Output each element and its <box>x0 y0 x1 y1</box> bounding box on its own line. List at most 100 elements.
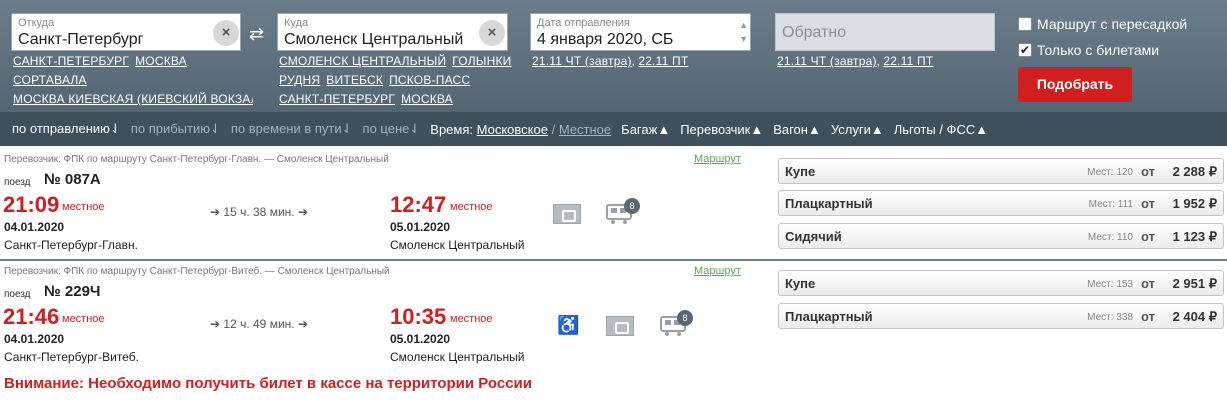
departure-station: Санкт-Петербург-Главн. <box>4 238 138 252</box>
arrival-time: 10:35 <box>390 304 447 329</box>
fare-from: от <box>1141 164 1155 179</box>
to-quick-links: СМОЛЕНСК ЦЕНТРАЛЬНЫЙ ГОЛЫНКИ РУДНЯ ВИТЕБСК… <box>279 52 514 109</box>
time-label: Время: <box>430 121 474 137</box>
to-quick-pskov[interactable]: ПСКОВ-ПАСС <box>389 73 470 87</box>
baggage-icon <box>553 204 581 224</box>
sort-by-arrival[interactable]: по прибытию⇃ <box>131 121 221 137</box>
check-icon[interactable]: ✔ <box>1018 43 1032 57</box>
sort-by-departure[interactable]: по отправлению⇃ <box>12 121 121 137</box>
to-quick-moscow[interactable]: МОСКВА <box>401 92 453 106</box>
fare-price: 2 951 ₽ <box>1172 276 1217 291</box>
to-clear-icon[interactable]: × <box>479 20 505 46</box>
fare-class: Плацкартный <box>785 196 873 211</box>
fare-price: 1 123 ₽ <box>1172 229 1217 244</box>
caret-up-icon: ▲ <box>750 121 764 137</box>
wagon-count-badge: 8 <box>624 198 640 214</box>
departure-time: 21:46 <box>3 304 60 329</box>
to-quick-spb[interactable]: САНКТ-ПЕТЕРБУРГ <box>279 92 395 106</box>
sort-icon: ⇃ <box>109 121 121 136</box>
caret-up-icon: ▲ <box>807 121 821 137</box>
from-quick-sortavala[interactable]: СОРТАВАЛА <box>13 73 87 87</box>
time-separator: / <box>551 121 556 137</box>
fare-from: от <box>1141 229 1155 244</box>
search-panel: Откуда Санкт-Петербург × ⇄ САНКТ-ПЕТЕРБУ… <box>0 0 1227 146</box>
from-quick-moscow[interactable]: МОСКВА <box>135 54 187 68</box>
arrival-station: Смоленск Центральный <box>390 238 525 252</box>
to-quick-rudnya[interactable]: РУДНЯ <box>279 73 320 87</box>
find-button[interactable]: Подобрать <box>1018 67 1132 102</box>
fare-from: от <box>1141 196 1155 211</box>
transfer-checkbox-box[interactable] <box>1018 17 1032 31</box>
date-quick-links: 21.11 ЧТ (завтра), 22.11 ПТ <box>532 54 689 68</box>
time-local-link[interactable]: Местное <box>559 122 611 137</box>
filter-baggage[interactable]: Багаж▲ <box>621 122 670 137</box>
fare-row[interactable]: Плацкартный Мест: 338 от 2 404 ₽ <box>778 303 1224 329</box>
arrival-date: 05.01.2020 <box>390 332 451 346</box>
filter-wagon[interactable]: Вагон▲ <box>773 122 821 137</box>
caret-up-icon: ▲ <box>975 121 989 137</box>
time-mode: Время: Московское / Местное <box>430 122 611 137</box>
to-quick-smolensk[interactable]: СМОЛЕНСК ЦЕНТРАЛЬНЫЙ <box>279 54 446 68</box>
caret-up-icon: ▲ <box>870 121 884 137</box>
baggage-icon <box>606 316 634 336</box>
from-label: Откуда <box>18 17 55 29</box>
sort-by-price[interactable]: по цене⇃ <box>363 121 421 137</box>
train-number[interactable]: № 229Ч <box>44 283 100 300</box>
return-quick-friday[interactable]: 22.11 ПТ <box>883 54 933 68</box>
date-quick-tomorrow[interactable]: 21.11 ЧТ (завтра) <box>532 54 632 68</box>
fare-row[interactable]: Купе Мест: 153 от 2 951 ₽ <box>778 270 1224 296</box>
tickets-only-label: Только с билетами <box>1037 42 1160 58</box>
return-input[interactable]: Обратно <box>782 24 846 42</box>
to-quick-golynki[interactable]: ГОЛЫНКИ <box>452 54 511 68</box>
return-quick-links: 21.11 ЧТ (завтра), 22.11 ПТ <box>777 54 934 68</box>
fare-class: Плацкартный <box>785 309 873 324</box>
to-quick-vitebsk[interactable]: ВИТЕБСК <box>326 73 383 87</box>
filter-carrier[interactable]: Перевозчик▲ <box>680 122 763 137</box>
transfer-checkbox[interactable]: Маршрут с пересадкой <box>1018 16 1187 32</box>
date-spinner-icon[interactable]: ▲ ▼ <box>739 18 748 46</box>
fare-seats: Мест: 153 <box>1087 279 1133 290</box>
sort-by-duration[interactable]: по времени в пути⇃ <box>231 121 353 137</box>
arrow-right-icon: ➔ <box>210 317 221 331</box>
train-label: поезд <box>4 177 31 188</box>
tickets-only-checkbox[interactable]: ✔ Только с билетами <box>1018 42 1159 58</box>
filter-benefits[interactable]: Льготы / ФСС▲ <box>894 122 988 137</box>
fare-seats: Мест: 110 <box>1087 232 1133 243</box>
departure-tz: местное <box>62 313 105 325</box>
filter-services[interactable]: Услуги▲ <box>831 122 884 137</box>
return-quick-tomorrow[interactable]: 21.11 ЧТ (завтра) <box>777 54 877 68</box>
caret-up-icon: ▲ <box>657 121 671 137</box>
route-link[interactable]: Маршрут <box>694 153 741 165</box>
from-quick-moscow-kievskaya[interactable]: МОСКВА КИЕВСКАЯ (КИЕВСКИЙ ВОКЗАЛ <box>13 90 253 109</box>
from-input[interactable]: Санкт-Петербург <box>18 31 143 49</box>
from-quick-spb[interactable]: САНКТ-ПЕТЕРБУРГ <box>13 54 129 68</box>
swap-icon[interactable]: ⇄ <box>249 24 264 45</box>
fare-price: 2 288 ₽ <box>1172 164 1217 179</box>
from-field[interactable]: Откуда Санкт-Петербург × <box>11 13 241 51</box>
to-input[interactable]: Смоленск Центральный <box>284 31 463 49</box>
train-label: поезд <box>4 289 31 300</box>
to-field[interactable]: Куда Смоленск Центральный × <box>277 13 508 51</box>
from-clear-icon[interactable]: × <box>213 20 239 46</box>
fare-class: Купе <box>785 164 816 179</box>
fare-class: Купе <box>785 276 816 291</box>
time-moscow-link[interactable]: Московское <box>477 122 548 137</box>
departure-time: 21:09 <box>3 192 60 217</box>
fare-from: от <box>1141 276 1155 291</box>
arrival-date: 05.01.2020 <box>390 220 451 234</box>
wheelchair-icon: ♿ <box>557 315 580 335</box>
route-link[interactable]: Маршрут <box>694 265 741 277</box>
date-input[interactable]: 4 января 2020, СБ <box>537 31 673 49</box>
date-field[interactable]: Дата отправления 4 января 2020, СБ ▲ ▼ <box>530 13 751 51</box>
return-field[interactable]: Обратно <box>775 13 995 51</box>
arrival-tz: местное <box>450 313 493 325</box>
wagon-count-badge: 8 <box>677 310 693 326</box>
train-number[interactable]: № 087А <box>44 171 101 188</box>
date-quick-friday[interactable]: 22.11 ПТ <box>638 54 688 68</box>
arrow-right-icon: ➔ <box>297 205 309 219</box>
to-label: Куда <box>284 17 309 29</box>
fare-row[interactable]: Сидячий Мест: 110 от 1 123 ₽ <box>778 223 1224 249</box>
fare-row[interactable]: Плацкартный Мест: 111 от 1 952 ₽ <box>778 190 1224 216</box>
fare-row[interactable]: Купе Мест: 120 от 2 288 ₽ <box>778 158 1224 184</box>
divider <box>0 259 1227 261</box>
